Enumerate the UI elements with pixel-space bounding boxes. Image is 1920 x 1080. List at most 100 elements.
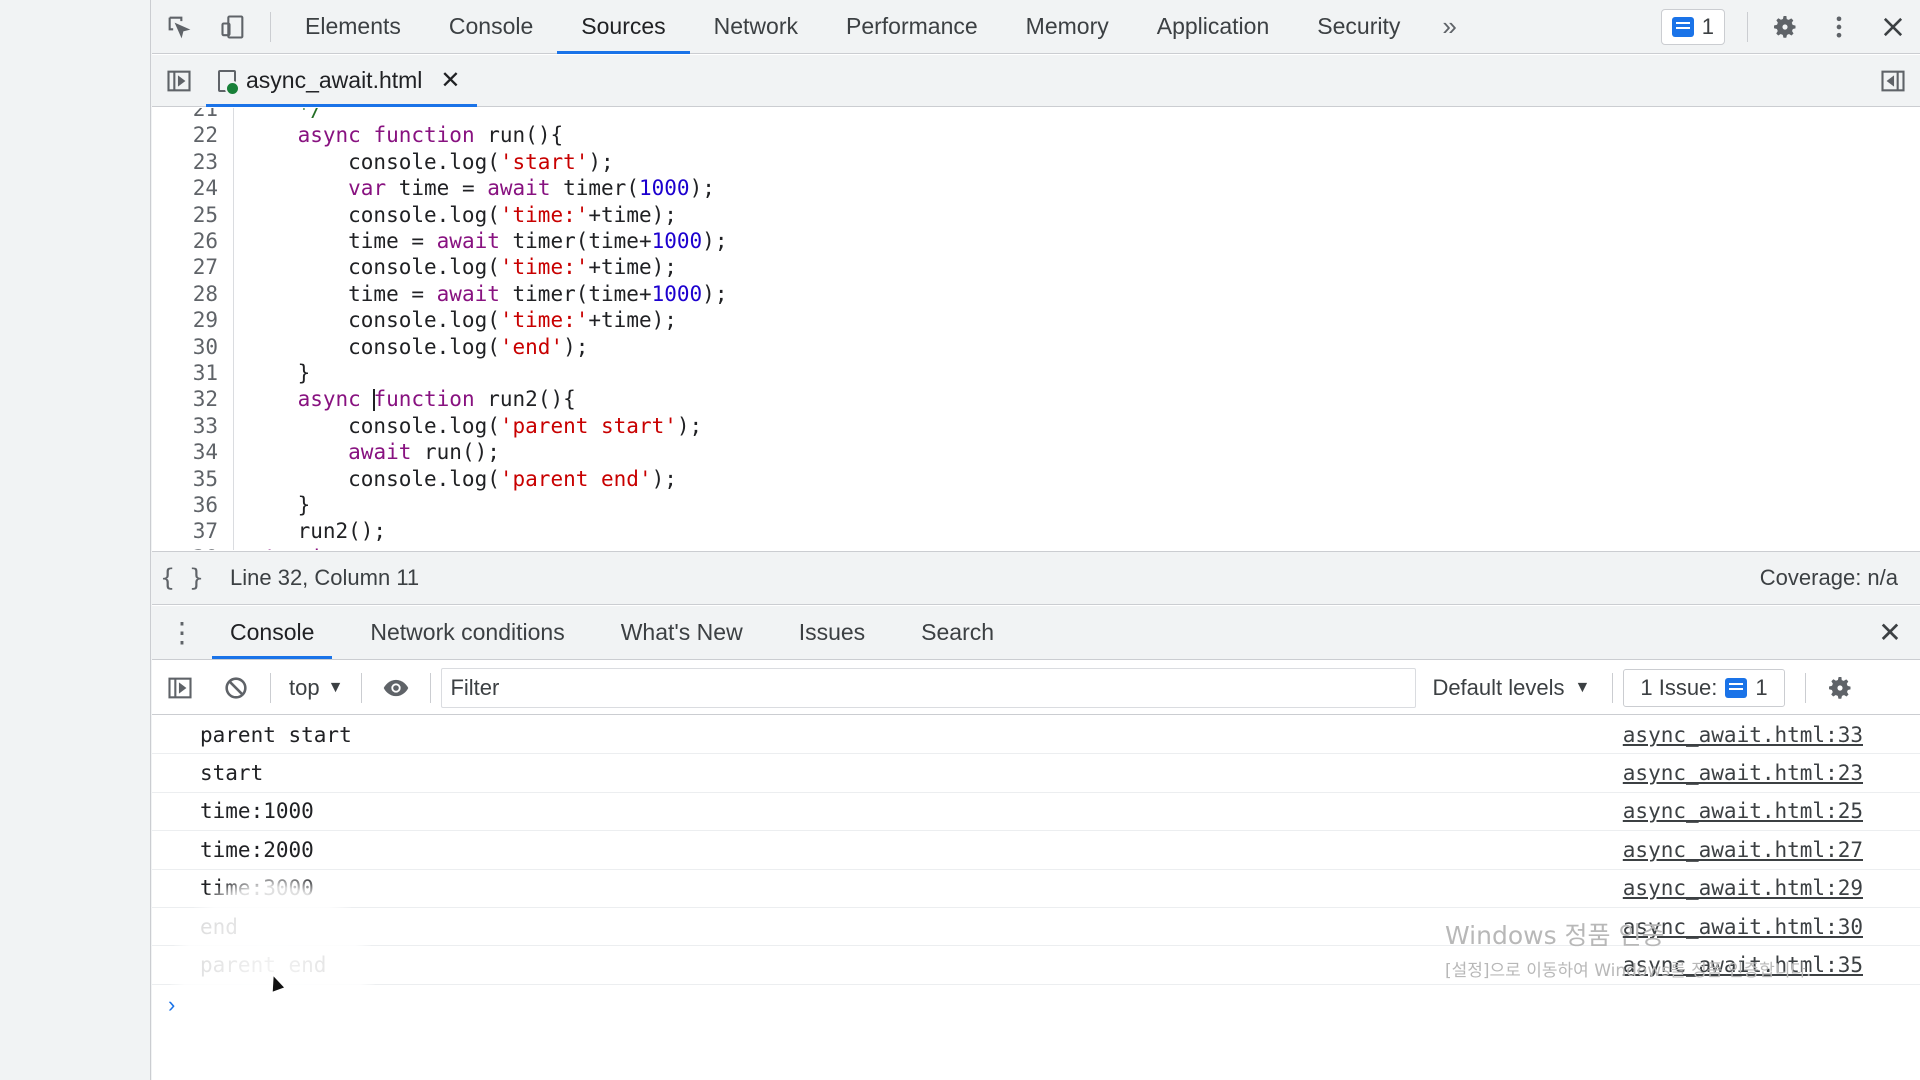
context-selector[interactable]: top ▼: [277, 675, 355, 701]
line-number[interactable]: 38: [152, 546, 226, 550]
drawer-tab-issues[interactable]: Issues: [781, 606, 883, 659]
console-prompt[interactable]: ›: [152, 985, 1920, 1025]
line-number[interactable]: 21: [152, 108, 226, 121]
line-number[interactable]: 27: [152, 255, 226, 279]
filter-input[interactable]: [441, 667, 1417, 708]
drawer-tab-console[interactable]: Console: [212, 606, 333, 659]
main-toolbar: Elements Console Sources Network Performance…: [152, 0, 1920, 54]
code-line[interactable]: 22 async function run(){: [152, 122, 1920, 148]
line-number[interactable]: 28: [152, 282, 226, 306]
line-number[interactable]: 32: [152, 387, 226, 411]
tab-application[interactable]: Application: [1133, 0, 1294, 54]
tab-elements[interactable]: Elements: [281, 0, 425, 54]
message-icon: [1671, 16, 1694, 37]
inspect-icon[interactable]: [152, 0, 206, 54]
line-number[interactable]: 36: [152, 493, 226, 517]
tab-memory[interactable]: Memory: [1002, 0, 1133, 54]
more-tabs-icon[interactable]: »: [1424, 11, 1474, 42]
kebab-menu-icon[interactable]: [1812, 0, 1866, 54]
toolbar-separator: [1612, 672, 1614, 703]
close-drawer-icon[interactable]: ✕: [1860, 606, 1920, 659]
code-text: console.log('time:'+time);: [247, 255, 677, 280]
code-text: console.log('end');: [247, 334, 589, 359]
console-sidebar-icon[interactable]: [152, 661, 208, 715]
code-text: }: [247, 493, 311, 517]
code-line[interactable]: 29 console.log('time:'+time);: [152, 307, 1920, 333]
message-source-link[interactable]: async_await.html:33: [1623, 723, 1863, 747]
message-source-link[interactable]: async_await.html:27: [1623, 838, 1863, 862]
line-number[interactable]: 37: [152, 519, 226, 543]
line-number[interactable]: 24: [152, 176, 226, 200]
line-number[interactable]: 30: [152, 335, 226, 359]
code-line[interactable]: 36 }: [152, 492, 1920, 518]
code-line[interactable]: 25 console.log('time:'+time);: [152, 202, 1920, 228]
code-line[interactable]: 35 console.log('parent end');: [152, 466, 1920, 492]
tab-performance[interactable]: Performance: [822, 0, 1002, 54]
file-tab-label: async_await.html: [246, 67, 423, 93]
line-number[interactable]: 34: [152, 440, 226, 464]
code-line[interactable]: 32 async function run2(){: [152, 386, 1920, 412]
code-line[interactable]: 33 console.log('parent start');: [152, 413, 1920, 439]
drawer-tab-search[interactable]: Search: [903, 606, 1012, 659]
line-number[interactable]: 35: [152, 467, 226, 491]
line-number[interactable]: 31: [152, 361, 226, 385]
file-tab[interactable]: async_await.html ✕: [206, 55, 477, 107]
code-text: console.log('time:'+time);: [247, 202, 677, 227]
line-number[interactable]: 33: [152, 414, 226, 438]
code-line[interactable]: 23 console.log('start');: [152, 149, 1920, 175]
device-toolbar-icon[interactable]: [206, 0, 260, 54]
line-number[interactable]: 22: [152, 123, 226, 147]
code-editor[interactable]: 21 */22 async function run(){23 console.…: [152, 108, 1920, 550]
tab-console[interactable]: Console: [425, 0, 557, 54]
message-text: time:3000: [200, 876, 314, 901]
code-line[interactable]: 28 time = await timer(time+1000);: [152, 281, 1920, 307]
toggle-debugger-icon[interactable]: [1866, 55, 1920, 107]
code-line[interactable]: 26 time = await timer(time+1000);: [152, 228, 1920, 254]
drawer-tab-what-s-new[interactable]: What's New: [603, 606, 761, 659]
settings-icon[interactable]: [1758, 0, 1812, 54]
tab-sources[interactable]: Sources: [557, 0, 691, 54]
toolbar-separator: [361, 672, 363, 703]
code-line[interactable]: 31 }: [152, 360, 1920, 386]
line-number[interactable]: 29: [152, 308, 226, 332]
code-line[interactable]: 37 run2();: [152, 518, 1920, 544]
message-source-link[interactable]: async_await.html:29: [1623, 876, 1863, 900]
issues-counter-button[interactable]: 1: [1660, 8, 1725, 45]
console-settings-icon[interactable]: [1812, 661, 1868, 715]
cursor-position: Line 32, Column 11: [230, 565, 420, 590]
toggle-navigator-icon[interactable]: [152, 55, 206, 107]
tab-security[interactable]: Security: [1293, 0, 1424, 54]
pretty-print-icon[interactable]: { }: [152, 564, 212, 592]
close-icon[interactable]: [1866, 0, 1920, 54]
code-text: console.log('start');: [247, 149, 614, 174]
drawer-tab-network-conditions[interactable]: Network conditions: [352, 606, 582, 659]
code-text: */: [247, 108, 323, 121]
console-issues-button[interactable]: 1 Issue: 1: [1623, 668, 1785, 707]
message-source-link[interactable]: async_await.html:35: [1623, 953, 1863, 977]
drawer-tab-bar: ⋮ Console Network conditions What's New Iss…: [152, 606, 1920, 660]
clear-console-icon[interactable]: [208, 661, 264, 715]
line-number[interactable]: 26: [152, 229, 226, 253]
dropdown-arrow-icon: ▼: [327, 678, 344, 696]
drawer-menu-icon[interactable]: ⋮: [152, 606, 212, 659]
code-line[interactable]: 24 var time = await timer(1000);: [152, 175, 1920, 201]
message-source-link[interactable]: async_await.html:23: [1623, 761, 1863, 785]
eye-icon[interactable]: [368, 661, 424, 715]
code-line[interactable]: 34 await run();: [152, 439, 1920, 465]
levels-label: Default levels: [1432, 674, 1565, 700]
code-line[interactable]: 27 console.log('time:'+time);: [152, 254, 1920, 280]
log-levels-dropdown[interactable]: Default levels ▼: [1416, 675, 1606, 701]
tab-network[interactable]: Network: [690, 0, 822, 54]
toolbar-separator: [430, 672, 432, 703]
code-line[interactable]: 21 */: [152, 108, 1920, 122]
line-number[interactable]: 25: [152, 203, 226, 227]
message-source-link[interactable]: async_await.html:25: [1623, 799, 1863, 823]
code-text: time = await timer(time+1000);: [247, 229, 728, 253]
close-tab-icon[interactable]: ✕: [440, 66, 460, 95]
code-line[interactable]: 38 </script>: [152, 545, 1920, 550]
line-number[interactable]: 23: [152, 150, 226, 174]
message-source-link[interactable]: async_await.html:30: [1623, 915, 1863, 939]
console-output[interactable]: parent start async_await.html:33 start asyn…: [152, 716, 1920, 1080]
code-line[interactable]: 30 console.log('end');: [152, 334, 1920, 360]
message-icon: [1725, 677, 1748, 698]
